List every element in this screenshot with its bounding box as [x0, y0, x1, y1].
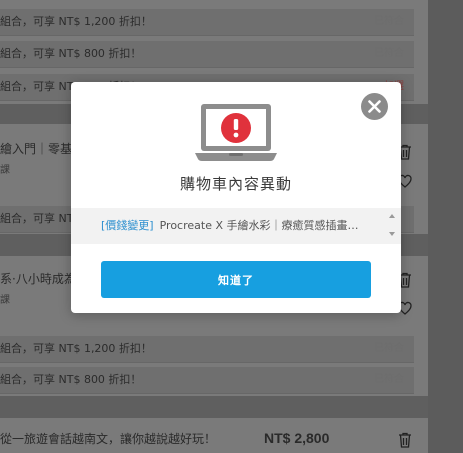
course-subtitle: 課 — [0, 165, 10, 176]
change-item: [價錢變更] Procreate X 手繪水彩｜療癒質感插畫… — [101, 208, 379, 244]
course-card: 從一旅遊會話越南文，讓你越說越好玩！ NT$ 2,800 — [0, 418, 428, 453]
course-title[interactable]: 繪入門｜零基 — [0, 140, 72, 157]
promo-row: 組合，可享 NT$ 800 折扣！ 已符合 — [0, 41, 414, 68]
price-change-tag: [價錢變更] — [101, 219, 154, 232]
background-right-strip — [428, 0, 463, 453]
close-button[interactable] — [361, 93, 388, 120]
change-item-text: Procreate X 手繪水彩｜療癒質感插畫… — [159, 219, 359, 232]
scroll-down-icon[interactable] — [387, 228, 397, 240]
promo-row: 組合，可享 NT$ 1,200 折扣！ 已符合 — [0, 9, 414, 36]
laptop-alert-icon — [195, 104, 277, 161]
scroll-up-icon[interactable] — [387, 212, 397, 220]
close-icon — [368, 100, 381, 113]
course-title[interactable]: 系·八小時成為 — [0, 270, 76, 287]
scrollbar[interactable] — [387, 212, 397, 240]
promo-row: 組合，可享 NT$ 1,200 折扣！ 已符合 — [0, 336, 414, 363]
trash-icon[interactable] — [398, 432, 412, 448]
promo-row: 組合，可享 NT$ 800 折扣！ 已符合 — [0, 367, 414, 394]
course-price: NT$ 2,800 — [264, 430, 330, 446]
cart-change-modal: 購物車內容異動 [價錢變更] Procreate X 手繪水彩｜療癒質感插畫… 知… — [71, 82, 401, 313]
course-subtitle: 課 — [0, 295, 10, 306]
modal-title: 購物車內容異動 — [179, 175, 292, 193]
ok-button[interactable]: 知道了 — [101, 261, 371, 298]
course-title[interactable]: 從一旅遊會話越南文，讓你越說越好玩！ — [0, 430, 216, 447]
change-list: [價錢變更] Procreate X 手繪水彩｜療癒質感插畫… — [71, 208, 401, 244]
